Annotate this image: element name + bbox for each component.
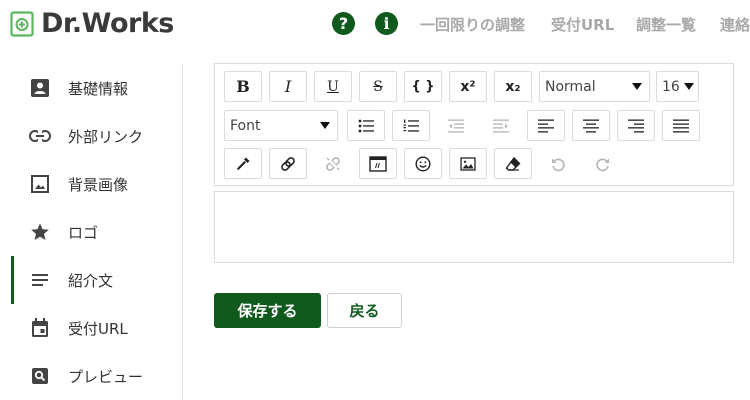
align-justify-button[interactable]	[662, 110, 700, 141]
link-button[interactable]	[269, 148, 307, 179]
underline-button[interactable]: U	[314, 71, 352, 102]
eraser-icon	[505, 156, 521, 171]
align-right-button[interactable]	[617, 110, 655, 141]
sidebar-item-label: 受付URL	[68, 319, 128, 338]
sidebar-item-introduction[interactable]: 紹介文	[0, 256, 183, 304]
chevron-down-icon	[632, 83, 642, 90]
sidebar-item-label: 基礎情報	[68, 79, 129, 98]
embed-code-icon	[369, 155, 387, 172]
align-justify-icon	[673, 119, 689, 132]
sidebar-item-label: ロゴ	[68, 223, 99, 242]
block-format-select[interactable]: Normal	[539, 71, 650, 102]
chevron-down-icon	[320, 122, 330, 129]
info-icon[interactable]: i	[375, 12, 398, 35]
redo-button[interactable]	[584, 148, 622, 179]
sidebar-item-logo[interactable]: ロゴ	[0, 208, 183, 256]
logo[interactable]: Dr.Works	[10, 9, 174, 39]
undo-button[interactable]	[539, 148, 577, 179]
sidebar-item-preview[interactable]: プレビュー	[0, 352, 183, 400]
sidebar-item-label: 背景画像	[68, 175, 129, 194]
insert-image-button[interactable]	[449, 148, 487, 179]
redo-icon	[596, 158, 609, 171]
notes-icon	[29, 269, 51, 291]
undo-icon	[552, 158, 565, 171]
nav-adjustment-list[interactable]: 調整一覧	[636, 14, 696, 35]
search-icon	[29, 365, 51, 387]
font-family-select[interactable]: Font	[224, 110, 338, 141]
link-icon	[281, 156, 295, 171]
nav-one-time-adjustment[interactable]: 一回限りの調整	[420, 14, 525, 35]
logo-mark-icon	[10, 11, 34, 37]
bulleted-list-button[interactable]	[347, 110, 385, 141]
indent-button[interactable]	[482, 110, 520, 141]
app-header: Dr.Works ? i 一回限りの調整 受付URL 調整一覧 連絡	[0, 0, 750, 48]
code-button[interactable]: { }	[404, 71, 442, 102]
image-icon	[460, 156, 476, 171]
superscript-button[interactable]: x²	[449, 71, 487, 102]
sidebar: 基礎情報 外部リンク 背景画像 ロゴ 紹介文 受付URL プレビュー	[0, 64, 183, 400]
embed-code-button[interactable]	[359, 148, 397, 179]
numbered-list-icon	[403, 119, 419, 132]
bold-button[interactable]: B	[224, 71, 262, 102]
sidebar-item-label: 外部リンク	[68, 127, 144, 146]
indent-icon	[493, 119, 509, 132]
account-box-icon	[29, 77, 51, 99]
sidebar-item-basic-info[interactable]: 基礎情報	[0, 64, 183, 112]
outdent-button[interactable]	[437, 110, 475, 141]
nav-reception-url[interactable]: 受付URL	[551, 14, 614, 35]
sidebar-item-label: 紹介文	[68, 271, 114, 290]
sidebar-item-label: プレビュー	[68, 367, 144, 386]
bulleted-list-icon	[358, 119, 374, 132]
star-icon	[29, 221, 51, 243]
eyedropper-icon	[237, 157, 250, 170]
numbered-list-button[interactable]	[392, 110, 430, 141]
italic-button[interactable]: I	[269, 71, 307, 102]
outdent-icon	[448, 119, 464, 132]
font-family-value: Font	[230, 117, 261, 134]
clear-formatting-button[interactable]	[494, 148, 532, 179]
sidebar-item-external-link[interactable]: 外部リンク	[0, 112, 183, 160]
nav-contact[interactable]: 連絡	[720, 14, 750, 35]
font-size-value: 16	[662, 78, 680, 95]
align-left-icon	[538, 119, 554, 132]
logo-text: Dr.Works	[41, 8, 174, 39]
align-center-button[interactable]	[572, 110, 610, 141]
emoji-button[interactable]	[404, 148, 442, 179]
align-left-button[interactable]	[527, 110, 565, 141]
back-button[interactable]: 戻る	[327, 293, 402, 328]
font-size-select[interactable]: 16	[656, 71, 699, 102]
smiley-icon	[415, 155, 431, 172]
save-button[interactable]: 保存する	[214, 293, 321, 328]
sidebar-item-reception-url[interactable]: 受付URL	[0, 304, 183, 352]
text-color-button[interactable]	[224, 148, 262, 179]
block-format-value: Normal	[545, 78, 596, 95]
align-right-icon	[628, 119, 644, 132]
help-icon[interactable]: ?	[332, 12, 355, 35]
align-center-icon	[583, 119, 599, 132]
link-icon	[29, 125, 51, 147]
subscript-button[interactable]: x₂	[494, 71, 532, 102]
chevron-down-icon	[684, 83, 694, 90]
calendar-icon	[29, 317, 51, 339]
editor-content-area[interactable]	[214, 191, 734, 263]
strikethrough-button[interactable]: S	[359, 71, 397, 102]
unlink-icon	[326, 156, 340, 171]
sidebar-item-background-image[interactable]: 背景画像	[0, 160, 183, 208]
unlink-button[interactable]	[314, 148, 352, 179]
editor-toolbar: B I U S { } x² x₂ Normal 16 Font	[214, 63, 734, 186]
image-icon	[29, 173, 51, 195]
